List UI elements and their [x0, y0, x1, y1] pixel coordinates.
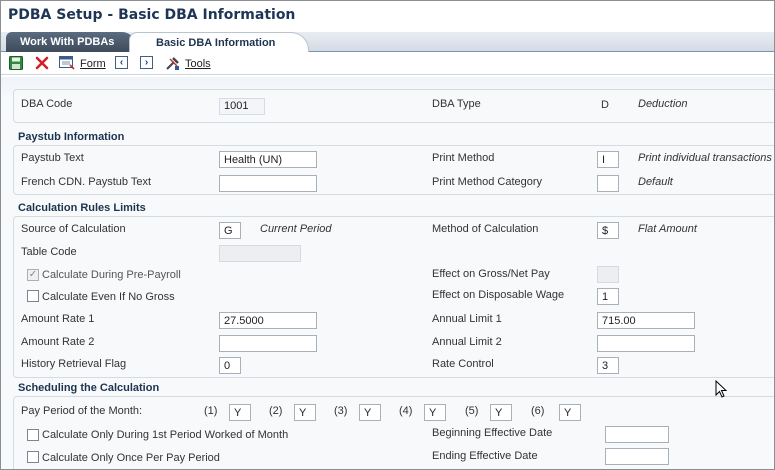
source-input[interactable]	[219, 222, 241, 239]
period-6-input[interactable]	[559, 404, 581, 421]
form-icon[interactable]	[59, 56, 75, 72]
print-category-desc: Default	[638, 176, 673, 188]
rate-control-input[interactable]	[597, 357, 619, 374]
dba-type-desc: Deduction	[638, 98, 688, 110]
once-per-pay-checkbox[interactable]	[27, 451, 39, 463]
table-code-input[interactable]	[219, 245, 301, 262]
annual-limit2-input[interactable]	[597, 335, 695, 352]
paystub-section-title: Paystub Information	[18, 131, 125, 143]
pre-payroll-checkbox[interactable]: ✓	[27, 269, 39, 281]
amount-rate2-label: Amount Rate 2	[21, 336, 95, 348]
method-input[interactable]	[597, 222, 619, 239]
print-method-label: Print Method	[432, 152, 495, 164]
form-content: DBA Code 1001 DBA Type D Deduction Payst…	[1, 77, 774, 469]
period-5-label: (5)	[465, 405, 479, 417]
french-paystub-label: French CDN. Paystub Text	[21, 176, 152, 188]
paystub-text-label: Paystub Text	[21, 152, 84, 164]
period-2-input[interactable]	[294, 404, 316, 421]
effect-gross-input[interactable]	[597, 266, 619, 283]
french-paystub-input[interactable]	[219, 175, 317, 192]
begin-date-input[interactable]	[605, 426, 669, 443]
calc-section-title: Calculation Rules Limits	[18, 202, 146, 214]
dba-type-label: DBA Type	[432, 98, 481, 110]
toolbar: Form ‹ › Tools	[1, 53, 774, 75]
print-method-desc: Print individual transactions	[638, 152, 772, 164]
dba-code-field: 1001	[219, 98, 265, 115]
dba-type-value: D	[601, 99, 609, 111]
tools-menu[interactable]: Tools	[185, 58, 211, 70]
previous-icon[interactable]: ‹	[115, 56, 128, 72]
amount-rate1-input[interactable]	[219, 312, 317, 329]
rate-control-label: Rate Control	[432, 358, 494, 370]
schedule-section-title: Scheduling the Calculation	[18, 382, 160, 394]
effect-gross-label: Effect on Gross/Net Pay	[432, 268, 550, 280]
first-period-label: Calculate Only During 1st Period Worked …	[42, 429, 289, 441]
tab-work-with-pdbas[interactable]: Work With PDBAs	[6, 32, 136, 52]
method-label: Method of Calculation	[432, 223, 539, 235]
begin-date-label: Beginning Effective Date	[432, 427, 553, 439]
period-1-input[interactable]	[229, 404, 251, 421]
amount-rate1-label: Amount Rate 1	[21, 313, 95, 325]
period-6-label: (6)	[531, 405, 545, 417]
period-3-input[interactable]	[359, 404, 381, 421]
period-4-input[interactable]	[424, 404, 446, 421]
save-icon[interactable]	[9, 56, 23, 72]
app-window: PDBA Setup - Basic DBA Information Work …	[0, 0, 775, 470]
tab-basic-dba-information[interactable]: Basic DBA Information	[129, 32, 309, 52]
history-label: History Retrieval Flag	[21, 358, 127, 370]
once-per-pay-label: Calculate Only Once Per Pay Period	[42, 452, 220, 464]
period-4-label: (4)	[399, 405, 413, 417]
source-label: Source of Calculation	[21, 223, 126, 235]
form-menu[interactable]: Form	[80, 58, 106, 70]
annual-limit1-label: Annual Limit 1	[432, 313, 502, 325]
end-date-input[interactable]	[605, 448, 669, 465]
source-desc: Current Period	[260, 223, 332, 235]
paystub-text-input[interactable]	[219, 151, 317, 168]
title-bar: PDBA Setup - Basic DBA Information	[1, 1, 774, 33]
no-gross-checkbox[interactable]	[27, 290, 39, 302]
tools-icon[interactable]	[165, 56, 181, 72]
pre-payroll-label: Calculate During Pre-Payroll	[42, 269, 181, 281]
annual-limit1-input[interactable]	[597, 312, 695, 329]
next-icon[interactable]: ›	[140, 56, 153, 72]
pay-period-label: Pay Period of the Month:	[21, 405, 143, 417]
page-title: PDBA Setup - Basic DBA Information	[8, 7, 296, 23]
method-desc: Flat Amount	[638, 223, 697, 235]
print-method-input[interactable]	[597, 151, 619, 168]
mouse-cursor-icon	[715, 379, 728, 402]
period-1-label: (1)	[204, 405, 218, 417]
print-category-label: Print Method Category	[432, 176, 543, 188]
cancel-icon[interactable]	[35, 56, 49, 72]
tab-strip: Work With PDBAs Basic DBA Information	[1, 32, 774, 52]
period-5-input[interactable]	[490, 404, 512, 421]
amount-rate2-input[interactable]	[219, 335, 317, 352]
period-2-label: (2)	[269, 405, 283, 417]
effect-disp-label: Effect on Disposable Wage	[432, 289, 565, 301]
table-code-label: Table Code	[21, 246, 77, 258]
period-3-label: (3)	[334, 405, 348, 417]
dba-code-label: DBA Code	[21, 98, 73, 110]
print-category-input[interactable]	[597, 175, 619, 192]
annual-limit2-label: Annual Limit 2	[432, 336, 502, 348]
no-gross-label: Calculate Even If No Gross	[42, 291, 175, 303]
effect-disp-input[interactable]	[597, 288, 619, 305]
history-input[interactable]	[219, 357, 241, 374]
first-period-checkbox[interactable]	[27, 429, 39, 441]
end-date-label: Ending Effective Date	[432, 450, 538, 462]
